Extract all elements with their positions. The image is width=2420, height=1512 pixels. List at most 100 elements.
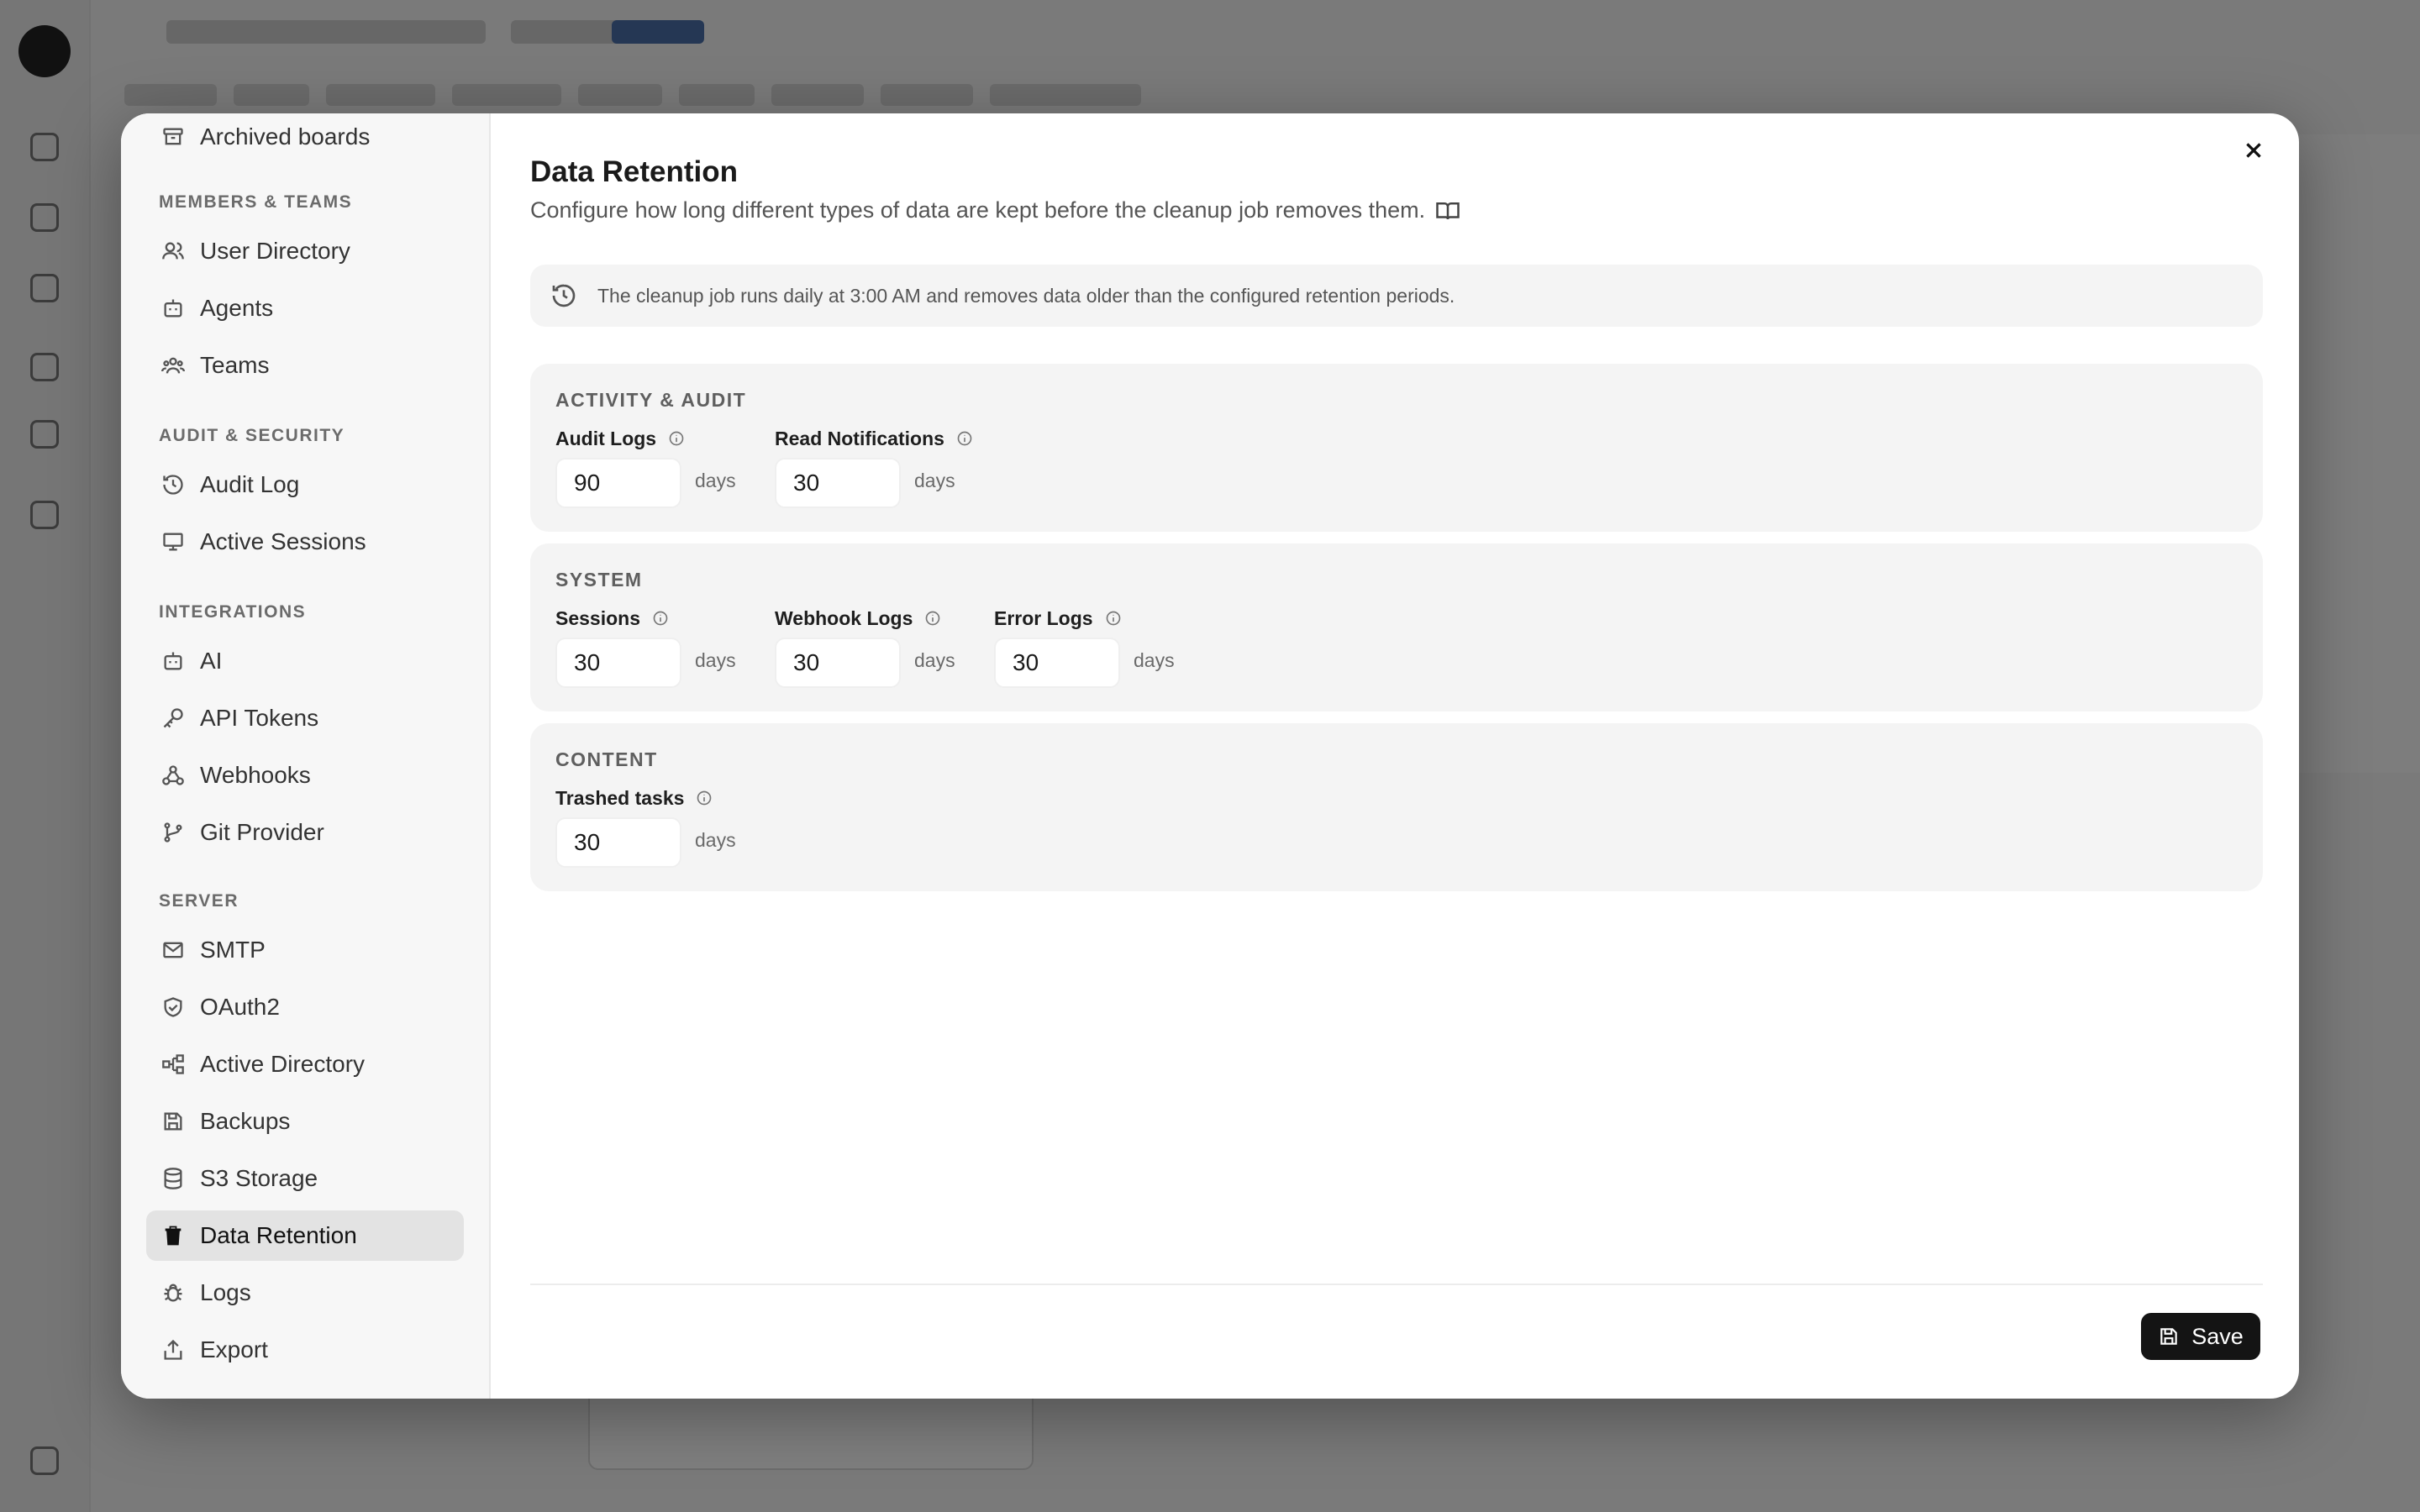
trash-icon	[161, 1224, 185, 1247]
bot-icon	[161, 297, 185, 320]
section-title: ACTIVITY & AUDIT	[555, 389, 747, 411]
sidebar-item-label: Teams	[200, 352, 270, 378]
section-heading-server: SERVER	[159, 891, 239, 911]
info-icon[interactable]	[956, 430, 973, 447]
sidebar-item-user-directory[interactable]: User Directory	[146, 226, 464, 276]
sidebar-item-label: Active Sessions	[200, 528, 366, 554]
info-icon[interactable]	[696, 790, 713, 806]
footer-divider	[530, 1284, 2263, 1285]
bug-icon	[161, 1281, 185, 1305]
field-label-text: Audit Logs	[555, 427, 657, 449]
section-title: CONTENT	[555, 748, 658, 770]
sidebar-item-webhooks[interactable]: Webhooks	[146, 750, 464, 801]
field-label: Sessions	[555, 606, 736, 631]
save-button[interactable]: Save	[2141, 1313, 2260, 1360]
history-icon	[161, 473, 185, 496]
save-label: Save	[2191, 1323, 2244, 1349]
sidebar-item-git-provider[interactable]: Git Provider	[146, 807, 464, 858]
teams-icon	[161, 354, 185, 377]
sidebar-item-backups[interactable]: Backups	[146, 1096, 464, 1147]
field-label-text: Error Logs	[994, 606, 1093, 629]
audit-logs-input[interactable]	[555, 458, 681, 508]
section-heading-members-teams: MEMBERS & TEAMS	[159, 192, 353, 212]
sidebar-item-label: Agents	[200, 295, 274, 321]
info-icon[interactable]	[668, 430, 685, 447]
sidebar-item-label: Logs	[200, 1279, 251, 1305]
sidebar-item-teams[interactable]: Teams	[146, 340, 464, 391]
sidebar-item-agents[interactable]: Agents	[146, 283, 464, 333]
sidebar-item-oauth2[interactable]: OAuth2	[146, 982, 464, 1032]
settings-sidebar: Archived boards MEMBERS & TEAMS User Dir…	[121, 113, 491, 1399]
info-text: The cleanup job runs daily at 3:00 AM an…	[597, 284, 1455, 307]
sidebar-item-label: Data Retention	[200, 1222, 357, 1248]
field-webhook-logs: Webhook Logs days	[775, 606, 955, 688]
key-icon	[161, 706, 185, 730]
sidebar-item-label: S3 Storage	[200, 1165, 318, 1191]
sidebar-item-archived-boards[interactable]: Archived boards	[146, 113, 464, 162]
sidebar-item-s3-storage[interactable]: S3 Storage	[146, 1153, 464, 1204]
page-subtitle: Configure how long different types of da…	[530, 197, 1460, 223]
field-label: Error Logs	[994, 606, 1175, 631]
history-icon	[550, 282, 577, 309]
unit-label: days	[695, 469, 736, 491]
sidebar-item-active-sessions[interactable]: Active Sessions	[146, 517, 464, 567]
info-icon[interactable]	[924, 610, 941, 627]
field-error-logs: Error Logs days	[994, 606, 1175, 688]
field-read-notifications: Read Notifications days	[775, 426, 973, 508]
sidebar-item-label: Audit Log	[200, 471, 300, 497]
book-open-icon[interactable]	[1435, 198, 1460, 223]
field-sessions: Sessions days	[555, 606, 736, 688]
share-icon	[161, 1338, 185, 1362]
info-icon[interactable]	[1105, 610, 1122, 627]
sidebar-item-smtp[interactable]: SMTP	[146, 925, 464, 975]
sidebar-item-logs[interactable]: Logs	[146, 1268, 464, 1318]
info-banner: The cleanup job runs daily at 3:00 AM an…	[530, 265, 2263, 327]
save-icon	[161, 1110, 185, 1133]
git-branch-icon	[161, 821, 185, 844]
save-icon	[2158, 1326, 2180, 1347]
sidebar-item-label: AI	[200, 648, 223, 674]
section-activity-audit: ACTIVITY & AUDIT Audit Logs days Read No…	[530, 364, 2263, 532]
sidebar-item-label: User Directory	[200, 238, 350, 264]
sidebar-item-active-directory[interactable]: Active Directory	[146, 1039, 464, 1089]
field-label: Webhook Logs	[775, 606, 955, 631]
sidebar-item-audit-log[interactable]: Audit Log	[146, 459, 464, 510]
unit-label: days	[914, 648, 955, 671]
trashed-tasks-input[interactable]	[555, 817, 681, 868]
sidebar-item-data-retention[interactable]: Data Retention	[146, 1210, 464, 1261]
read-notifications-input[interactable]	[775, 458, 901, 508]
section-title: SYSTEM	[555, 569, 643, 591]
page-title: Data Retention	[530, 155, 738, 188]
field-label-text: Trashed tasks	[555, 786, 685, 809]
webhook-icon	[161, 764, 185, 787]
bot-icon	[161, 649, 185, 673]
error-logs-input[interactable]	[994, 638, 1120, 688]
field-label-text: Webhook Logs	[775, 606, 913, 629]
unit-label: days	[914, 469, 955, 491]
field-audit-logs: Audit Logs days	[555, 426, 736, 508]
settings-content: Data Retention Configure how long differ…	[492, 113, 2299, 1399]
unit-label: days	[1134, 648, 1175, 671]
info-icon[interactable]	[652, 610, 669, 627]
unit-label: days	[695, 648, 736, 671]
sidebar-item-api-tokens[interactable]: API Tokens	[146, 693, 464, 743]
archive-icon	[161, 125, 185, 149]
sidebar-item-export[interactable]: Export	[146, 1325, 464, 1375]
sidebar-item-label: Git Provider	[200, 819, 324, 845]
subtitle-text: Configure how long different types of da…	[530, 197, 1426, 223]
network-icon	[161, 1053, 185, 1076]
sidebar-item-ai[interactable]: AI	[146, 636, 464, 686]
settings-modal: Archived boards MEMBERS & TEAMS User Dir…	[121, 113, 2299, 1399]
webhook-logs-input[interactable]	[775, 638, 901, 688]
section-heading-integrations: INTEGRATIONS	[159, 602, 307, 622]
sidebar-item-label: Export	[200, 1336, 268, 1362]
sidebar-item-label: Backups	[200, 1108, 291, 1134]
field-label: Read Notifications	[775, 426, 973, 451]
sessions-input[interactable]	[555, 638, 681, 688]
section-content: CONTENT Trashed tasks days	[530, 723, 2263, 891]
close-button[interactable]	[2233, 130, 2274, 171]
field-label: Trashed tasks	[555, 785, 736, 811]
shield-check-icon	[161, 995, 185, 1019]
section-heading-audit-security: AUDIT & SECURITY	[159, 426, 345, 445]
unit-label: days	[695, 828, 736, 851]
